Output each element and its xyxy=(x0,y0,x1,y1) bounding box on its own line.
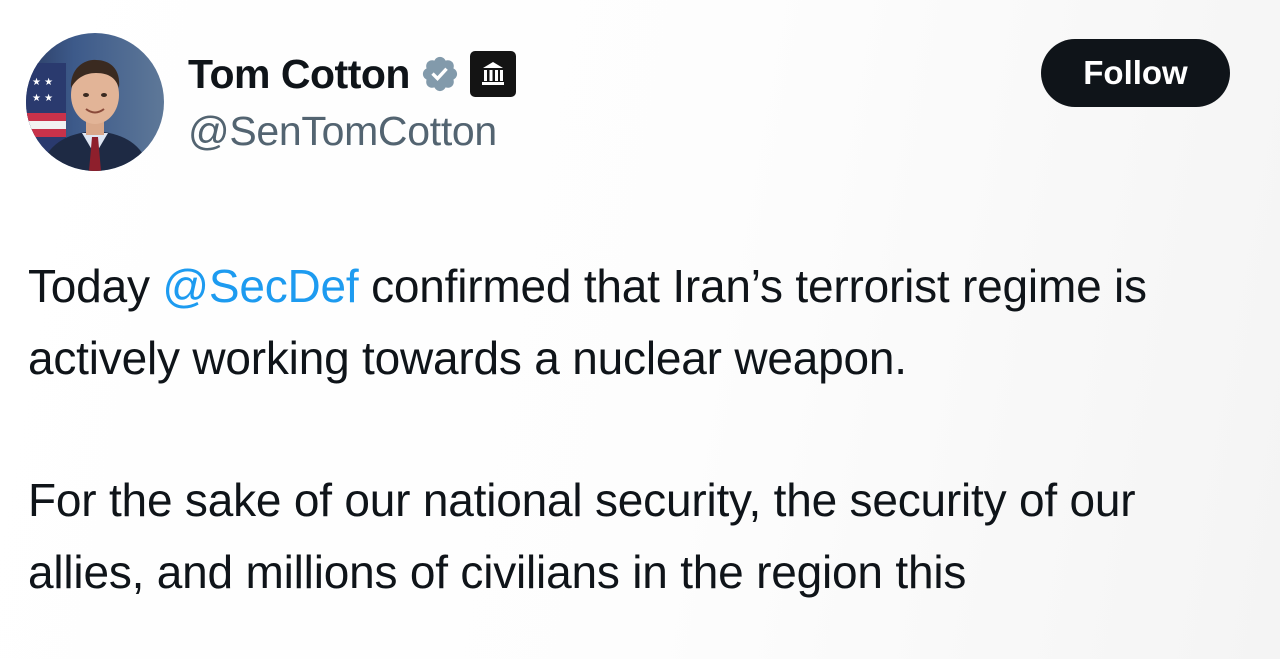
svg-text:★ ★: ★ ★ xyxy=(32,93,53,104)
tweet-paragraph-1: Today @SecDef confirmed that Iran’s terr… xyxy=(28,250,1258,394)
svg-text:★ ★: ★ ★ xyxy=(32,77,53,88)
follow-button[interactable]: Follow xyxy=(1041,39,1230,107)
author-display-name[interactable]: Tom Cotton xyxy=(188,51,410,98)
government-building-icon[interactable] xyxy=(469,51,516,97)
tweet-text-segment: Today xyxy=(28,260,163,312)
mention-link-secdef[interactable]: @SecDef xyxy=(162,260,358,312)
author-handle[interactable]: @SenTomCotton xyxy=(188,108,497,155)
author-avatar[interactable]: ★ ★ ★ ★ xyxy=(26,33,164,171)
tweet-text: Today @SecDef confirmed that Iran’s terr… xyxy=(28,250,1258,659)
author-name-row: Tom Cotton xyxy=(188,48,516,100)
tweet-paragraph-2: For the sake of our national security, t… xyxy=(28,474,1136,598)
verified-badge-icon[interactable] xyxy=(420,54,460,94)
tweet-card: ★ ★ ★ ★ Tom Cotton @SenTomCotton Follow … xyxy=(0,0,1280,659)
avatar-image: ★ ★ ★ ★ xyxy=(26,33,164,171)
